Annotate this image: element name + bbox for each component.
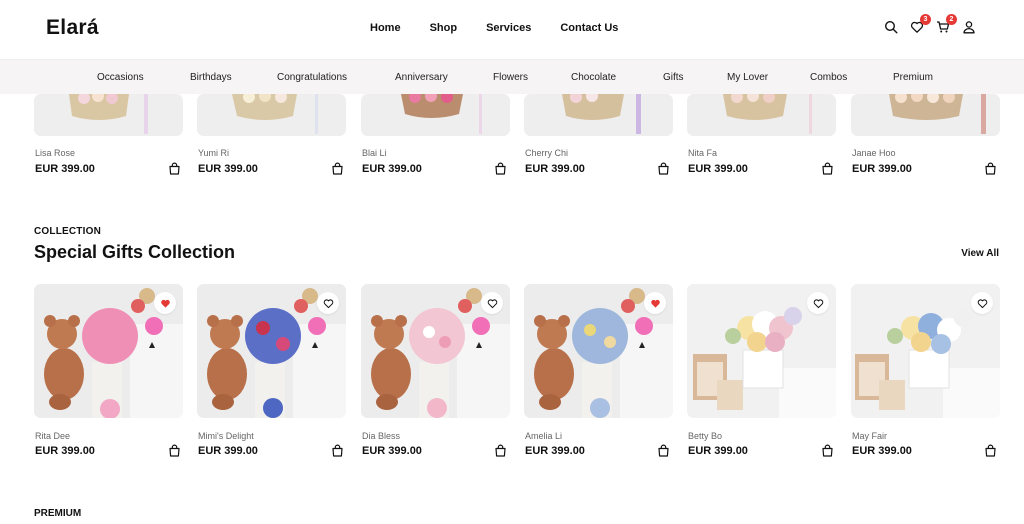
section-title: Special Gifts Collection <box>34 242 236 262</box>
product-image[interactable] <box>524 94 673 136</box>
wishlist-button[interactable] <box>644 292 666 314</box>
category-premium[interactable]: Premium <box>893 72 933 83</box>
nav-home[interactable]: Home <box>370 22 401 34</box>
shopping-bag-icon[interactable] <box>494 162 507 175</box>
wishlist-button[interactable] <box>481 292 503 314</box>
search-icon[interactable] <box>884 20 898 34</box>
cart-icon[interactable]: 2 <box>936 14 957 34</box>
product-image[interactable] <box>851 284 1000 418</box>
shopping-bag-icon[interactable] <box>331 162 344 175</box>
nav-services[interactable]: Services <box>486 22 531 34</box>
product-image[interactable] <box>851 94 1000 136</box>
product-name[interactable]: Janae Hoo <box>852 148 896 158</box>
top-header: Elará Home Shop Services Contact Us 3 2 <box>0 0 1024 58</box>
nav-shop[interactable]: Shop <box>430 22 458 34</box>
heart-filled-icon <box>650 299 660 308</box>
page: Elará Home Shop Services Contact Us 3 2 <box>0 0 1024 524</box>
product-image[interactable] <box>197 94 346 136</box>
product-name[interactable]: Betty Bo <box>688 431 722 441</box>
shopping-bag-icon[interactable] <box>984 162 997 175</box>
product-price: EUR 399.00 <box>852 163 912 175</box>
product-price: EUR 399.00 <box>362 163 422 175</box>
main-nav: Home Shop Services Contact Us <box>370 22 647 34</box>
shopping-bag-icon[interactable] <box>494 444 507 457</box>
premium-section-label: PREMIUM <box>34 508 82 519</box>
product-price: EUR 399.00 <box>852 445 912 457</box>
heart-outline-icon <box>487 298 497 308</box>
user-icon[interactable] <box>962 20 976 34</box>
category-birthdays[interactable]: Birthdays <box>190 72 232 83</box>
product-name[interactable]: May Fair <box>852 431 887 441</box>
category-occasions[interactable]: Occasions <box>97 72 144 83</box>
heart-icon[interactable]: 3 <box>910 14 931 34</box>
product-image[interactable] <box>687 284 836 418</box>
nav-contact-us[interactable]: Contact Us <box>560 22 618 34</box>
shopping-bag-icon[interactable] <box>657 444 670 457</box>
category-congratulations[interactable]: Congratulations <box>277 72 347 83</box>
shopping-bag-icon[interactable] <box>821 162 834 175</box>
shopping-bag-icon[interactable] <box>821 444 834 457</box>
cart-count-badge: 2 <box>946 14 957 25</box>
product-price: EUR 399.00 <box>35 163 95 175</box>
shopping-bag-icon[interactable] <box>168 162 181 175</box>
shopping-bag-icon[interactable] <box>168 444 181 457</box>
product-price: EUR 399.00 <box>35 445 95 457</box>
view-all-link[interactable]: View All <box>961 248 999 259</box>
product-price: EUR 399.00 <box>525 445 585 457</box>
product-price: EUR 399.00 <box>688 445 748 457</box>
category-flowers[interactable]: Flowers <box>493 72 528 83</box>
product-name[interactable]: Amelia Li <box>525 431 562 441</box>
category-anniversary[interactable]: Anniversary <box>395 72 448 83</box>
shopping-bag-icon[interactable] <box>984 444 997 457</box>
product-image[interactable] <box>197 284 346 418</box>
wishlist-button[interactable] <box>971 292 993 314</box>
header-icons: 3 2 <box>884 14 976 34</box>
product-name[interactable]: Blai Li <box>362 148 387 158</box>
wishlist-button[interactable] <box>154 292 176 314</box>
product-name[interactable]: Yumi Ri <box>198 148 229 158</box>
heart-filled-icon <box>160 299 170 308</box>
product-image[interactable] <box>34 94 183 136</box>
product-name[interactable]: Lisa Rose <box>35 148 75 158</box>
section-label: COLLECTION <box>34 226 101 237</box>
brand-logo[interactable]: Elará <box>46 16 99 40</box>
product-image[interactable] <box>361 284 510 418</box>
wishlist-count-badge: 3 <box>920 14 931 25</box>
product-image[interactable] <box>361 94 510 136</box>
product-name[interactable]: Mimi's Delight <box>198 431 254 441</box>
category-chocolate[interactable]: Chocolate <box>571 72 616 83</box>
shopping-bag-icon[interactable] <box>331 444 344 457</box>
product-price: EUR 399.00 <box>525 163 585 175</box>
product-name[interactable]: Rita Dee <box>35 431 70 441</box>
product-price: EUR 399.00 <box>198 163 258 175</box>
category-combos[interactable]: Combos <box>810 72 847 83</box>
wishlist-button[interactable] <box>317 292 339 314</box>
heart-outline-icon <box>977 298 987 308</box>
wishlist-button[interactable] <box>807 292 829 314</box>
product-price: EUR 399.00 <box>688 163 748 175</box>
product-name[interactable]: Cherry Chi <box>525 148 568 158</box>
heart-outline-icon <box>323 298 333 308</box>
category-gifts[interactable]: Gifts <box>663 72 684 83</box>
product-name[interactable]: Nita Fa <box>688 148 717 158</box>
heart-outline-icon <box>813 298 823 308</box>
product-image[interactable] <box>687 94 836 136</box>
product-price: EUR 399.00 <box>198 445 258 457</box>
product-image[interactable] <box>524 284 673 418</box>
shopping-bag-icon[interactable] <box>657 162 670 175</box>
product-price: EUR 399.00 <box>362 445 422 457</box>
product-name[interactable]: Dia Bless <box>362 431 400 441</box>
category-bar: Occasions Birthdays Congratulations Anni… <box>0 59 1024 94</box>
product-image[interactable] <box>34 284 183 418</box>
category-my-lover[interactable]: My Lover <box>727 72 768 83</box>
